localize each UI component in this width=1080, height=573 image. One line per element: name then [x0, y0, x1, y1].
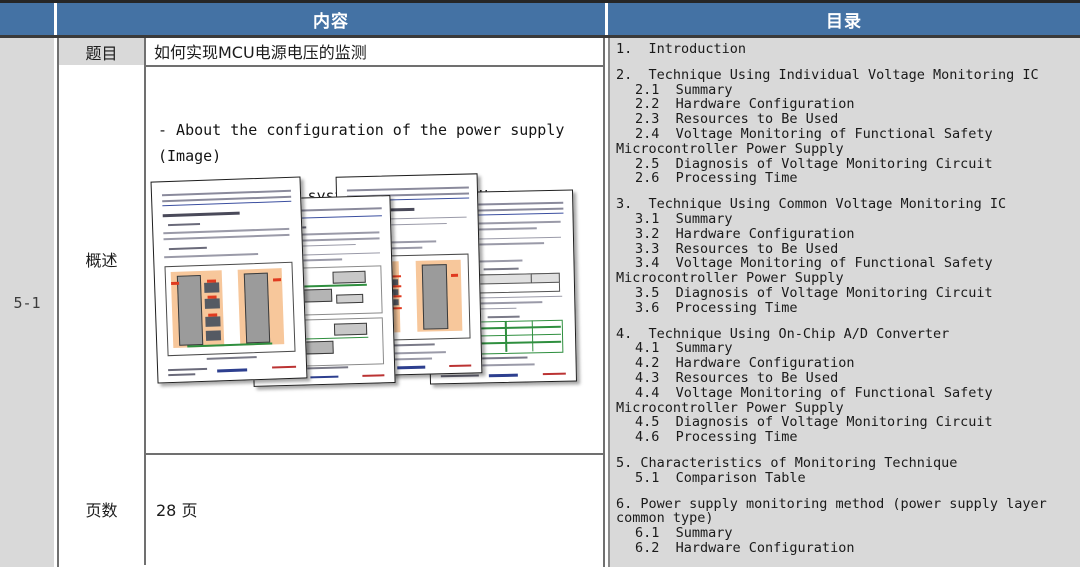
page-count-value: 28 页	[156, 497, 197, 521]
outline-bullet-line: - About the configuration of the power s…	[158, 119, 591, 141]
toc-sub-entry[interactable]: 5.1 Comparison Table	[616, 471, 1078, 486]
toc-group: 4. Technique Using On-Chip A/D Converter…	[616, 327, 1078, 445]
toc-sub-entry[interactable]: 2.6 Processing Time	[616, 171, 1078, 186]
toc-column[interactable]: 1. Introduction 2. Technique Using Indivi…	[608, 38, 1080, 567]
row-pages: 页数 28 页	[59, 453, 603, 565]
toc-group: 3. Technique Using Common Voltage Monito…	[616, 197, 1078, 315]
toc-main-entry[interactable]: 6. Power supply monitoring method (power…	[616, 497, 1078, 512]
toc-wrapped-line: Microcontroller Power Supply	[616, 401, 1078, 416]
toc-sub-entry[interactable]: 4.1 Summary	[616, 341, 1078, 356]
document-thumbnail[interactable]	[151, 176, 308, 383]
toc-main-entry[interactable]: 5. Characteristics of Monitoring Techniq…	[616, 456, 1078, 471]
row-outline-value-cell: - About the configuration of the power s…	[146, 65, 603, 453]
row-pages-label: 页数	[59, 453, 146, 565]
image-caption-label: (Image)	[158, 147, 221, 165]
header-band: 内容 目录	[0, 3, 1080, 35]
toc-sub-entry[interactable]: 6.1 Summary	[616, 526, 1078, 541]
document-title: 如何实现MCU电源电压的监测	[154, 43, 367, 62]
toc-sub-entry[interactable]: 4.2 Hardware Configuration	[616, 356, 1078, 371]
index-column: 5-1	[0, 38, 54, 567]
toc-sub-entry[interactable]: 2.1 Summary	[616, 83, 1078, 98]
toc-wrapped-line: Microcontroller Power Supply	[616, 142, 1078, 157]
toc-sub-entry[interactable]: 4.6 Processing Time	[616, 430, 1078, 445]
toc-sub-entry[interactable]: 2.3 Resources to Be Used	[616, 112, 1078, 127]
header-toc-cell: 目录	[608, 3, 1080, 35]
content-column: 题目 如何实现MCU电源电压的监测 概述 - About the configu…	[57, 38, 605, 567]
toc-sub-entry[interactable]: 3.6 Processing Time	[616, 301, 1078, 316]
row-title: 题目 如何实现MCU电源电压的监测	[59, 38, 603, 65]
toc-sub-entry[interactable]: 2.5 Diagnosis of Voltage Monitoring Circ…	[616, 157, 1078, 172]
toc-main-entry[interactable]: 2. Technique Using Individual Voltage Mo…	[616, 68, 1078, 83]
toc-wrapped-line: Microcontroller Power Supply	[616, 271, 1078, 286]
toc-wrapped-line: common type)	[616, 511, 1078, 526]
header-corner-label	[0, 3, 54, 35]
header-content-label: 内容	[57, 3, 605, 35]
toc-main-entry[interactable]: 4. Technique Using On-Chip A/D Converter	[616, 327, 1078, 342]
toc-sub-entry[interactable]: 3.4 Voltage Monitoring of Functional Saf…	[616, 256, 1078, 271]
document-summary-sheet: 内容 目录 5-1 题目 如何实现MCU电源电压的监测 概述 - About t…	[0, 0, 1080, 573]
toc-sub-entry[interactable]: 4.3 Resources to Be Used	[616, 371, 1078, 386]
header-corner-cell	[0, 3, 54, 35]
document-thumbnail-stack	[146, 173, 606, 398]
header-toc-label: 目录	[608, 3, 1080, 35]
toc-main-entry[interactable]: 1. Introduction	[616, 42, 1078, 57]
toc-sub-entry[interactable]: 3.1 Summary	[616, 212, 1078, 227]
toc-group: 1. Introduction	[616, 42, 1078, 57]
toc-list: 1. Introduction 2. Technique Using Indivi…	[616, 42, 1078, 556]
row-pages-value-cell: 28 页	[146, 453, 603, 565]
row-outline: 概述 - About the configuration of the powe…	[59, 65, 603, 453]
toc-group: 5. Characteristics of Monitoring Techniq…	[616, 456, 1078, 486]
toc-sub-entry[interactable]: 3.5 Diagnosis of Voltage Monitoring Circ…	[616, 286, 1078, 301]
toc-sub-entry[interactable]: 3.2 Hardware Configuration	[616, 227, 1078, 242]
toc-sub-entry[interactable]: 6.2 Hardware Configuration	[616, 541, 1078, 556]
toc-main-entry[interactable]: 3. Technique Using Common Voltage Monito…	[616, 197, 1078, 212]
header-content-cell: 内容	[57, 3, 605, 35]
row-title-label: 题目	[59, 38, 146, 65]
toc-sub-entry[interactable]: 4.4 Voltage Monitoring of Functional Saf…	[616, 386, 1078, 401]
toc-sub-entry[interactable]: 4.5 Diagnosis of Voltage Monitoring Circ…	[616, 415, 1078, 430]
toc-group: 2. Technique Using Individual Voltage Mo…	[616, 68, 1078, 186]
index-number: 5-1	[13, 294, 40, 312]
row-outline-label: 概述	[59, 65, 146, 453]
toc-sub-entry[interactable]: 2.2 Hardware Configuration	[616, 97, 1078, 112]
row-title-value-cell: 如何实现MCU电源电压的监测	[146, 38, 603, 65]
toc-group: 6. Power supply monitoring method (power…	[616, 497, 1078, 556]
toc-sub-entry[interactable]: 3.3 Resources to Be Used	[616, 242, 1078, 257]
toc-sub-entry[interactable]: 2.4 Voltage Monitoring of Functional Saf…	[616, 127, 1078, 142]
